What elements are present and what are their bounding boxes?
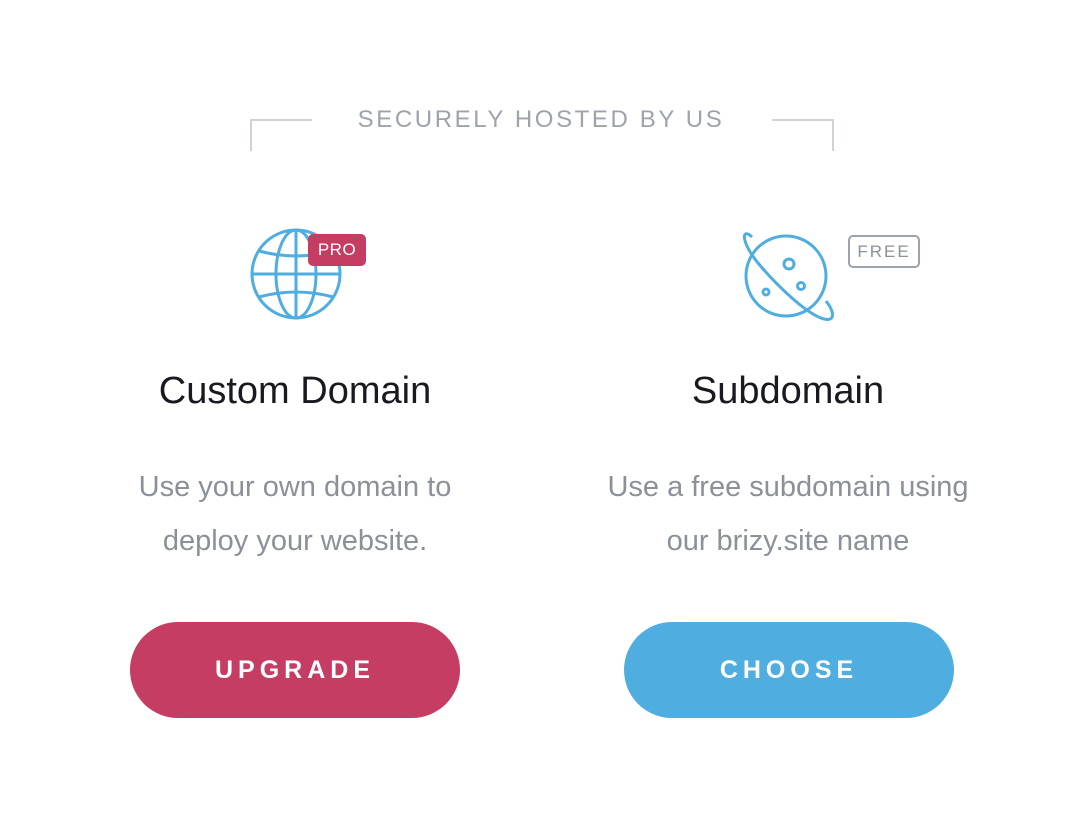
custom-domain-description: Use your own domain to deploy your websi… [85,460,505,568]
header-title: SECURELY HOSTED BY US [357,106,725,133]
choose-button[interactable]: CHOOSE [624,622,954,718]
free-badge: FREE [848,235,920,268]
header-bracket-left [250,119,312,151]
custom-domain-description-line-2: deploy your website. [162,525,428,557]
planet-icon [743,232,834,321]
custom-domain-description-line-1: Use your own domain to [138,471,452,503]
custom-domain-icon-area: PRO [85,220,505,330]
pro-badge: PRO [308,234,366,266]
subdomain-option: FREE Subdomain Use a free subdomain usin… [578,220,998,718]
custom-domain-option: PRO Custom Domain Use your own domain to… [85,220,505,718]
subdomain-icon-area: FREE [578,220,998,330]
upgrade-button[interactable]: UPGRADE [130,622,460,718]
custom-domain-title: Custom Domain [158,370,432,412]
subdomain-description-line-2: our brizy.site name [666,525,910,557]
header-bracket-right [772,119,834,151]
subdomain-title: Subdomain [691,370,885,412]
subdomain-description-line-1: Use a free subdomain using [607,471,969,503]
subdomain-description: Use a free subdomain using our brizy.sit… [578,460,998,568]
